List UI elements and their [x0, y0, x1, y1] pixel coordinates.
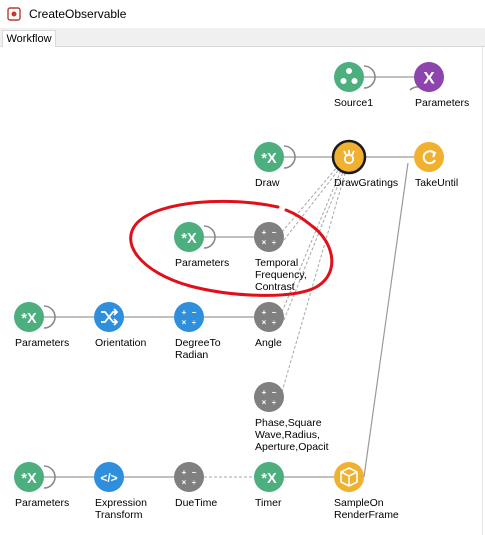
label-parameters-left: Parameters	[15, 337, 70, 349]
edge-temporal-drawgratings-2	[283, 167, 341, 241]
workflow-canvas: X *X *X + − × ÷ *X + − × ÷ + − × ÷ + − ×…	[14, 62, 444, 492]
node-takeuntil[interactable]	[414, 142, 444, 172]
node-expression[interactable]: </>	[94, 462, 124, 492]
star-x-icon: *X	[261, 471, 277, 487]
label-angle: Angle	[255, 337, 282, 349]
svg-text:÷: ÷	[272, 398, 277, 407]
node-sampleon[interactable]	[334, 462, 364, 492]
node-orientation[interactable]	[94, 302, 124, 332]
node-source1[interactable]	[334, 62, 364, 92]
node-parameters-top[interactable]: X	[414, 62, 444, 92]
label-draw: Draw	[255, 177, 280, 189]
label-expression: Expression Transform	[95, 497, 147, 521]
svg-text:×: ×	[262, 318, 267, 327]
tab-workflow[interactable]: Workflow	[2, 30, 56, 47]
svg-text:+: +	[182, 308, 187, 317]
node-angle[interactable]: + − × ÷	[254, 302, 284, 332]
svg-text:−: −	[272, 308, 277, 317]
svg-text:−: −	[192, 468, 197, 477]
edge-angle-drawgratings-2	[283, 169, 345, 321]
svg-text:+: +	[262, 308, 267, 317]
app-icon	[7, 7, 21, 21]
label-orientation: Orientation	[95, 337, 147, 349]
node-phase[interactable]: + − × ÷	[254, 382, 284, 412]
svg-text:×: ×	[182, 318, 187, 327]
node-parameters-bottom[interactable]: *X	[14, 462, 44, 492]
svg-text:×: ×	[262, 238, 267, 247]
label-duetime: DueTime	[175, 497, 218, 509]
svg-text:+: +	[262, 228, 267, 237]
label-temporal: Temporal Frequency, Contrast	[255, 257, 307, 293]
star-x-icon: *X	[21, 311, 37, 327]
label-sampleon: SampleOn RenderFrame	[334, 497, 399, 521]
label-parameters-top: Parameters	[415, 97, 470, 109]
svg-text:−: −	[272, 228, 277, 237]
node-temporal[interactable]: + − × ÷	[254, 222, 284, 252]
label-timer: Timer	[255, 497, 282, 509]
svg-text:×: ×	[262, 398, 267, 407]
svg-text:÷: ÷	[192, 478, 197, 487]
label-parameters-bottom: Parameters	[15, 497, 70, 509]
svg-text:−: −	[272, 388, 277, 397]
node-draw[interactable]: *X	[254, 142, 284, 172]
window-title: CreateObservable	[29, 7, 127, 21]
svg-text:÷: ÷	[272, 238, 277, 247]
svg-text:÷: ÷	[192, 318, 197, 327]
node-drawgratings[interactable]	[331, 139, 367, 175]
svg-text:+: +	[262, 388, 267, 397]
label-phase: Phase,Square Wave,Radius, Aperture,Opaci…	[255, 417, 329, 453]
node-duetime[interactable]: + − × ÷	[174, 462, 204, 492]
x-icon: X	[423, 69, 435, 88]
label-parameters-mid: Parameters	[175, 257, 230, 269]
code-icon: </>	[100, 471, 117, 485]
edge-sampleon-takeuntil	[363, 162, 409, 478]
label-drawgratings: DrawGratings	[334, 177, 399, 189]
tab-bar: Workflow	[0, 28, 485, 47]
node-parameters-mid[interactable]: *X	[174, 222, 204, 252]
svg-text:−: −	[192, 308, 197, 317]
input-arcs	[43, 65, 429, 489]
label-degreetoradian: DegreeTo Radian	[175, 337, 221, 361]
label-source1: Source1	[334, 97, 374, 109]
star-x-icon: *X	[181, 231, 197, 247]
label-takeuntil: TakeUntil	[415, 177, 459, 189]
title-bar: CreateObservable	[0, 0, 485, 28]
star-x-icon: *X	[21, 471, 37, 487]
svg-text:÷: ÷	[272, 318, 277, 327]
svg-text:+: +	[182, 468, 187, 477]
svg-text:×: ×	[182, 478, 187, 487]
edges-solid	[44, 76, 414, 478]
node-degreetoradian[interactable]: + − × ÷	[174, 302, 204, 332]
star-x-icon: *X	[261, 151, 277, 167]
node-parameters-left[interactable]: *X	[14, 302, 44, 332]
node-timer[interactable]: *X	[254, 462, 284, 492]
